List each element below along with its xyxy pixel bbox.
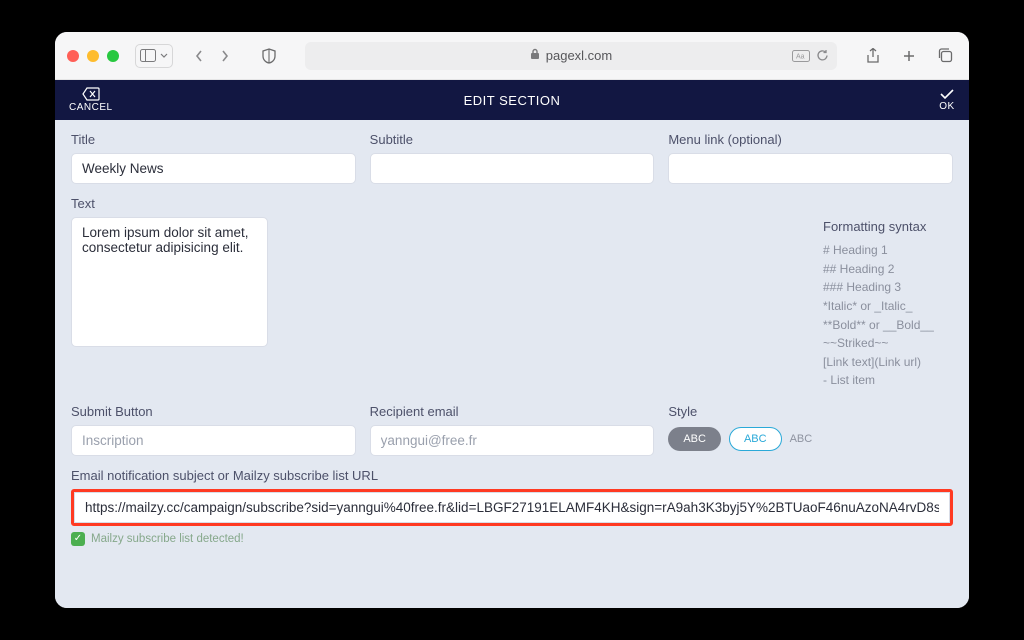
maximize-window-button[interactable] — [107, 50, 119, 62]
title-input[interactable] — [71, 153, 356, 184]
notification-label: Email notification subject or Mailzy sub… — [71, 468, 953, 483]
chevron-right-icon — [220, 49, 230, 63]
edit-section-bar: CANCEL EDIT SECTION OK — [55, 80, 969, 120]
submit-button-label: Submit Button — [71, 404, 356, 419]
notification-input[interactable] — [74, 492, 950, 523]
browser-chrome: pagexl.com Aa — [55, 32, 969, 80]
subtitle-input[interactable] — [370, 153, 655, 184]
style-dark-pill[interactable]: ABC — [668, 427, 721, 451]
traffic-lights — [67, 50, 119, 62]
form-body: Title Subtitle Menu link (optional) Text… — [55, 120, 969, 608]
submit-button-input[interactable] — [71, 425, 356, 456]
checkbox-checked-icon: ✓ — [71, 532, 85, 546]
mailzy-detected-text: Mailzy subscribe list detected! — [91, 533, 244, 545]
forward-button[interactable] — [213, 45, 237, 67]
share-icon — [866, 48, 880, 64]
mailzy-detected-row: ✓ Mailzy subscribe list detected! — [71, 532, 953, 546]
minimize-window-button[interactable] — [87, 50, 99, 62]
ok-button[interactable]: OK — [939, 80, 955, 120]
address-bar[interactable]: pagexl.com Aa — [305, 42, 837, 70]
style-label: Style — [668, 404, 953, 419]
style-plain-label: ABC — [790, 433, 813, 445]
chevron-down-icon — [160, 53, 168, 58]
privacy-shield-button[interactable] — [257, 45, 281, 67]
tabs-icon — [938, 48, 953, 63]
recipient-email-input[interactable] — [370, 425, 655, 456]
sidebar-toggle-button[interactable] — [135, 44, 173, 68]
back-button[interactable] — [187, 45, 211, 67]
check-icon — [939, 88, 955, 100]
notification-highlight — [71, 489, 953, 526]
subtitle-label: Subtitle — [370, 132, 655, 147]
style-light-pill[interactable]: ABC — [729, 427, 782, 451]
close-window-button[interactable] — [67, 50, 79, 62]
formatting-syntax-help: Formatting syntax # Heading 1 ## Heading… — [823, 217, 953, 390]
svg-text:Aa: Aa — [796, 53, 805, 60]
url-text: pagexl.com — [546, 48, 612, 63]
backspace-icon — [82, 87, 100, 101]
text-textarea[interactable] — [71, 217, 268, 347]
recipient-email-label: Recipient email — [370, 404, 655, 419]
new-tab-button[interactable] — [897, 45, 921, 67]
reload-icon[interactable] — [816, 49, 829, 62]
cancel-button[interactable]: CANCEL — [69, 80, 113, 120]
title-label: Title — [71, 132, 356, 147]
plus-icon — [902, 49, 916, 63]
shield-icon — [262, 48, 276, 64]
menulink-input[interactable] — [668, 153, 953, 184]
share-button[interactable] — [861, 45, 885, 67]
edit-section-title: EDIT SECTION — [464, 93, 561, 108]
sidebar-icon — [140, 49, 156, 62]
chevron-left-icon — [194, 49, 204, 63]
tabs-overview-button[interactable] — [933, 45, 957, 67]
text-label: Text — [71, 196, 953, 211]
browser-window: pagexl.com Aa CANCEL EDIT SECTION — [55, 32, 969, 608]
menulink-label: Menu link (optional) — [668, 132, 953, 147]
lock-icon — [530, 48, 540, 63]
reader-icon[interactable]: Aa — [792, 50, 810, 62]
